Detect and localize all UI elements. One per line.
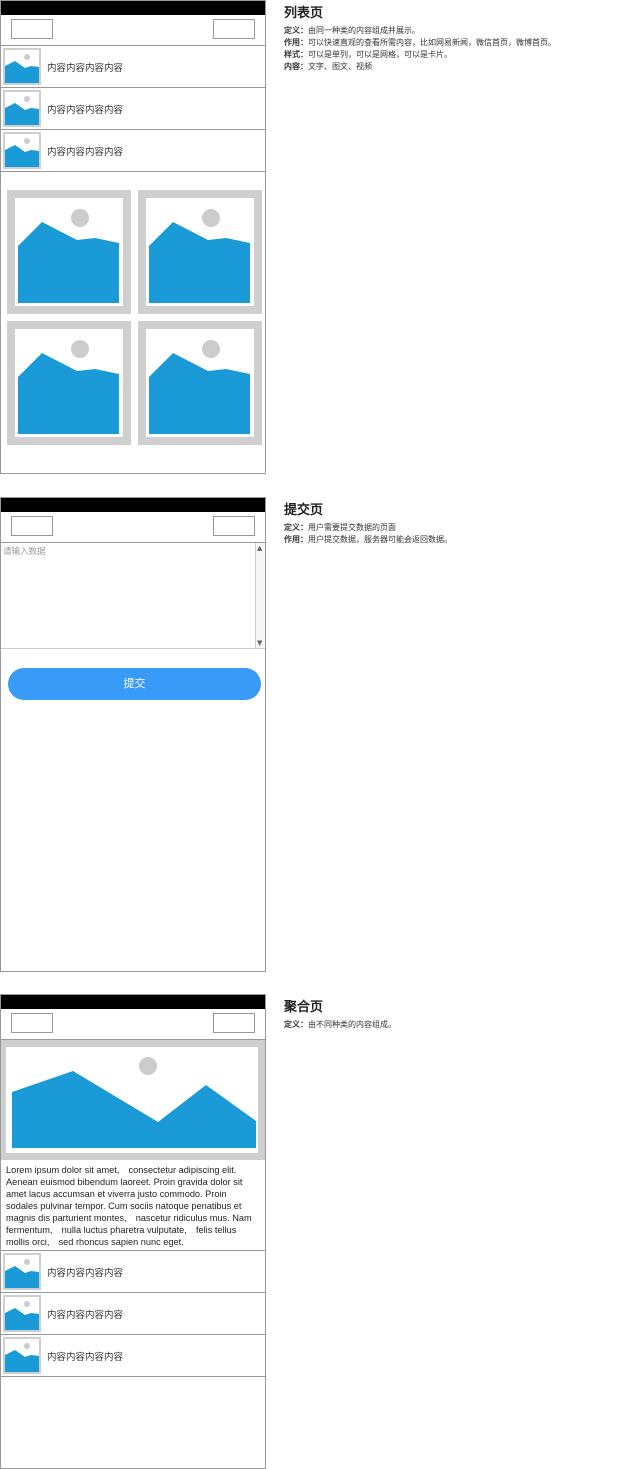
- image-placeholder-icon: [15, 329, 123, 437]
- nav-bar: [1, 512, 265, 543]
- nav-bar: [1, 1009, 265, 1040]
- list-item[interactable]: 内容内容内容内容: [1, 1335, 265, 1377]
- image-placeholder-icon: [3, 90, 41, 127]
- submit-page-description: 提交页 定义：用户需要提交数据的页面 作用：用户提交数据，服务器可能会返回数据。: [284, 499, 452, 546]
- list-item-label: 内容内容内容内容: [47, 147, 124, 158]
- image-grid: [1, 172, 265, 472]
- list-item[interactable]: 内容内容内容内容: [1, 88, 265, 130]
- list-item[interactable]: 内容内容内容内容: [1, 1293, 265, 1335]
- image-placeholder-icon: [146, 198, 254, 306]
- list-item-label: 内容内容内容内容: [47, 1352, 124, 1363]
- status-bar: [1, 1, 265, 15]
- image-placeholder-icon: [3, 1253, 41, 1290]
- definition-line: 定义：用户需要提交数据的页面: [284, 523, 396, 532]
- content-line: 内容：文字、图文、视频: [284, 62, 372, 71]
- scroll-up-icon[interactable]: ▲: [257, 544, 262, 552]
- list-item[interactable]: 内容内容内容内容: [1, 130, 265, 172]
- nav-left-button[interactable]: [11, 19, 53, 39]
- grid-card[interactable]: [138, 321, 262, 445]
- image-placeholder-icon: [6, 1047, 258, 1153]
- nav-right-button[interactable]: [213, 1013, 255, 1033]
- nav-bar: [1, 15, 265, 46]
- style-line: 样式：可以是单列，可以是网格，可以是卡片。: [284, 50, 452, 59]
- image-placeholder-icon: [3, 48, 41, 85]
- scroll-down-icon[interactable]: ▼: [257, 639, 262, 647]
- article-text: Lorem ipsum dolor sit amet, consectetur …: [1, 1160, 265, 1251]
- submit-page-mockup: 请输入数据 ▲ ▼ 提交: [0, 497, 266, 972]
- image-placeholder-icon: [3, 1337, 41, 1374]
- grid-card[interactable]: [138, 190, 262, 314]
- purpose-line: 作用：可以快速直观的查看所需内容，比如网易新闻，微信首页，微博首页。: [284, 38, 556, 47]
- list-item-label: 内容内容内容内容: [47, 1268, 124, 1279]
- submit-button[interactable]: 提交: [8, 668, 261, 700]
- nav-right-button[interactable]: [213, 516, 255, 536]
- input-placeholder: 请输入数据: [3, 547, 46, 557]
- section-title: 列表页: [284, 6, 324, 21]
- list-page-description: 列表页 定义：由同一种类的内容组成并展示。 作用：可以快速直观的查看所需内容，比…: [284, 2, 556, 73]
- scrollbar[interactable]: ▲ ▼: [255, 543, 265, 648]
- nav-left-button[interactable]: [11, 1013, 53, 1033]
- purpose-line: 作用：用户提交数据，服务器可能会返回数据。: [284, 535, 452, 544]
- hero-image[interactable]: [1, 1040, 265, 1160]
- nav-left-button[interactable]: [11, 516, 53, 536]
- image-placeholder-icon: [3, 1295, 41, 1332]
- section-title: 提交页: [284, 503, 324, 518]
- grid-card[interactable]: [7, 190, 131, 314]
- status-bar: [1, 995, 265, 1009]
- list-item-label: 内容内容内容内容: [47, 1310, 124, 1321]
- definition-line: 定义：由同一种类的内容组成并展示。: [284, 26, 420, 35]
- list-item-label: 内容内容内容内容: [47, 63, 124, 74]
- list-item-label: 内容内容内容内容: [47, 105, 124, 116]
- list-item[interactable]: 内容内容内容内容: [1, 1251, 265, 1293]
- image-placeholder-icon: [3, 132, 41, 169]
- definition-line: 定义：由不同种类的内容组成。: [284, 1020, 396, 1029]
- grid-card[interactable]: [7, 321, 131, 445]
- list-page-mockup: 内容内容内容内容 内容内容内容内容 内容内容内容内容: [0, 0, 266, 474]
- aggregate-page-description: 聚合页 定义：由不同种类的内容组成。: [284, 996, 396, 1031]
- aggregate-page-mockup: Lorem ipsum dolor sit amet, consectetur …: [0, 994, 266, 1469]
- nav-right-button[interactable]: [213, 19, 255, 39]
- data-input[interactable]: 请输入数据 ▲ ▼: [1, 543, 265, 649]
- image-placeholder-icon: [15, 198, 123, 306]
- image-placeholder-icon: [146, 329, 254, 437]
- status-bar: [1, 498, 265, 512]
- list-item[interactable]: 内容内容内容内容: [1, 46, 265, 88]
- section-title: 聚合页: [284, 1000, 324, 1015]
